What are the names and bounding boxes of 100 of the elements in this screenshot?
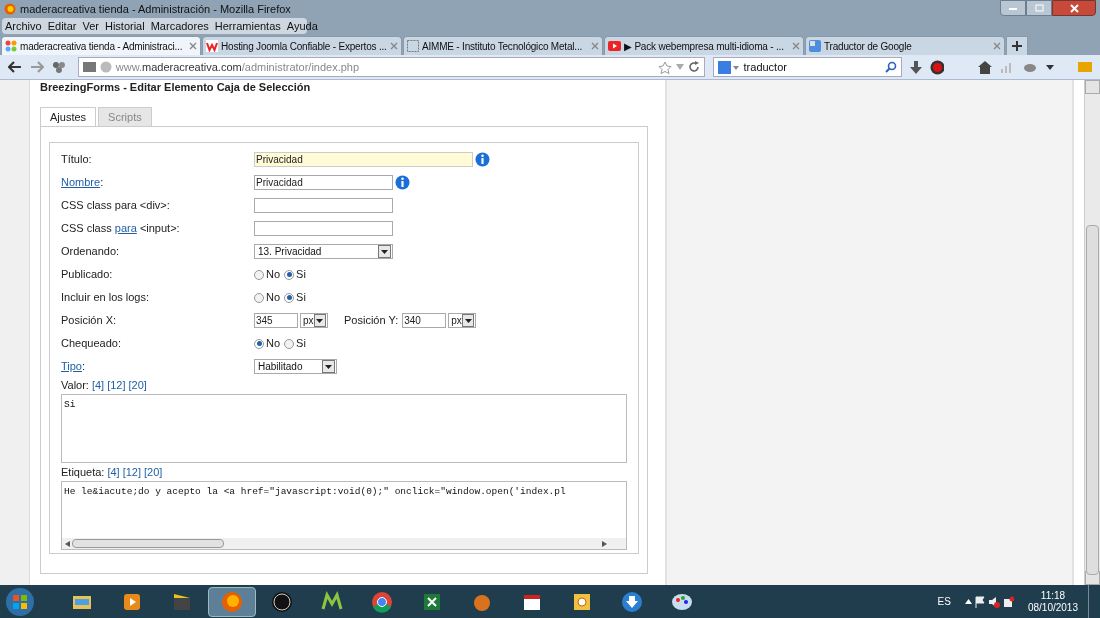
close-icon[interactable] (189, 42, 197, 50)
close-button[interactable] (1052, 0, 1096, 16)
text-field[interactable]: Privacidad (254, 175, 393, 190)
tab-title: Traductor de Google (824, 39, 913, 54)
tab-title: Hosting Joomla Confiable - Expertos ... (221, 39, 387, 54)
scrollbar[interactable] (1084, 80, 1100, 585)
minimize-icon (1009, 6, 1017, 10)
menu-item[interactable]: Marcadores (147, 17, 212, 35)
dropdown-icon (313, 314, 326, 327)
plus-icon (1012, 41, 1022, 51)
menu-item[interactable]: Archivo (2, 17, 45, 35)
text-field[interactable]: Privacidad (254, 152, 473, 167)
option-label: Si (296, 290, 306, 306)
translate-icon (809, 40, 821, 52)
browser-tab[interactable]: AIMME - Instituto Tecnológico Metal... (403, 36, 603, 55)
link[interactable]: para (114, 220, 137, 237)
search-field[interactable]: traductor (712, 57, 902, 77)
radio-button[interactable] (284, 292, 295, 303)
new-tab-button[interactable] (1006, 36, 1028, 55)
menu-item[interactable]: Ver (79, 17, 102, 35)
clock-date[interactable]: 08/10/2013 (1027, 601, 1078, 614)
unit-dropdown[interactable]: px (300, 313, 328, 328)
number-field[interactable]: 345 (254, 313, 298, 328)
dropdown-icon (461, 314, 475, 327)
radio-button[interactable] (254, 292, 264, 303)
menu-item[interactable]: Ayuda (283, 17, 321, 35)
text-field[interactable] (254, 221, 393, 236)
browser-tab[interactable]: Hosting Joomla Confiable - Expertos ... (202, 36, 402, 55)
radio-button[interactable] (284, 338, 295, 349)
text-area[interactable]: He le&iacute;do y acepto la <a href="javascript:void(0);" onclick="window.open('index.pl (61, 481, 627, 550)
power-icon[interactable] (1001, 595, 1014, 608)
link[interactable]: Tipo (61, 358, 82, 375)
tab-title: AIMME - Instituto Tecnológico Metal... (422, 39, 584, 54)
blank-page-icon (407, 40, 419, 52)
browser-tab[interactable]: maderacreativa tienda - Administraci... (1, 36, 201, 55)
scroll-left-icon[interactable] (65, 540, 70, 547)
taskbar-button[interactable] (208, 586, 256, 617)
back-icon[interactable] (8, 61, 22, 73)
download-icon[interactable] (909, 60, 922, 74)
radio-button[interactable] (254, 269, 264, 280)
number-field[interactable]: 340 (402, 313, 447, 328)
speaker-icon[interactable] (987, 595, 1000, 608)
text-field[interactable] (254, 198, 393, 213)
unit-dropdown[interactable]: px (448, 313, 477, 328)
info-icon[interactable] (475, 152, 490, 167)
radio-button[interactable] (254, 338, 264, 349)
field-label: Ordenando: (61, 244, 120, 260)
close-icon (1069, 3, 1079, 13)
minimize-button[interactable] (1000, 0, 1026, 16)
field-label: CSS class para <div>: (61, 198, 170, 214)
field-label: : (100, 175, 104, 191)
flag-icon[interactable] (973, 595, 986, 608)
size-link[interactable]: [12] (122, 464, 141, 481)
menu-item[interactable]: Historial (101, 17, 148, 35)
menu-item[interactable]: Editar (44, 17, 80, 35)
search-icon[interactable] (884, 61, 897, 73)
size-link[interactable]: [4] (107, 464, 120, 481)
circle-logo-icon (270, 589, 294, 614)
scroll-right-icon[interactable] (602, 540, 607, 547)
field-label: Título: (61, 152, 92, 168)
addon-icon[interactable] (51, 61, 66, 73)
language-indicator[interactable]: ES (937, 594, 951, 609)
size-link[interactable]: [4] (91, 377, 105, 394)
field-label: Incluir en los logs: (61, 290, 150, 306)
clock-time[interactable]: 11:18 (1040, 589, 1066, 602)
form-tab[interactable]: Ajustes (40, 107, 97, 127)
search-engine-icon[interactable] (717, 60, 740, 74)
size-link[interactable]: [20] (144, 464, 163, 481)
field-label: Publicado: (61, 267, 113, 283)
caret-icon[interactable] (1046, 64, 1055, 70)
field-label: Valor: (61, 378, 89, 394)
option-label: Si (296, 267, 306, 283)
dropdown[interactable]: Habilitado (254, 359, 337, 374)
option-label: No (266, 290, 281, 306)
record-icon[interactable] (929, 59, 945, 75)
radio-button[interactable] (284, 269, 295, 280)
menu-item[interactable]: Herramientas (211, 17, 284, 35)
tray-arrow-icon[interactable] (964, 599, 972, 604)
size-link[interactable]: [12] (107, 377, 126, 394)
maximize-button[interactable] (1026, 0, 1052, 16)
joomla-icon (5, 40, 17, 52)
scrollbar-thumb[interactable] (1086, 225, 1099, 575)
address-bar[interactable]: www.maderacreativa.com/administrator/index.php (77, 57, 705, 77)
size-link[interactable]: [20] (128, 377, 147, 394)
home-icon[interactable] (978, 60, 993, 74)
option-label: Si (296, 336, 306, 352)
dropdown[interactable]: 13. Privacidad (254, 244, 393, 259)
folder-icon (82, 62, 96, 72)
field-label: Chequeado: (61, 336, 121, 352)
info-icon[interactable] (395, 175, 410, 190)
star-icon[interactable] (657, 60, 672, 74)
tab-title: maderacreativa tienda - Administraci... (20, 39, 184, 54)
browser-tab[interactable]: ▶ Pack webempresa multi-idioma - ... (604, 36, 804, 55)
reload-icon[interactable] (687, 61, 700, 73)
download-icon (620, 589, 644, 614)
text-area[interactable]: Si (61, 394, 627, 463)
option-label: No (266, 336, 281, 352)
browser-tab[interactable]: Traductor de Google (805, 36, 1005, 55)
scrollbar-thumb[interactable] (72, 539, 224, 548)
horizontal-scrollbar[interactable] (62, 538, 626, 549)
